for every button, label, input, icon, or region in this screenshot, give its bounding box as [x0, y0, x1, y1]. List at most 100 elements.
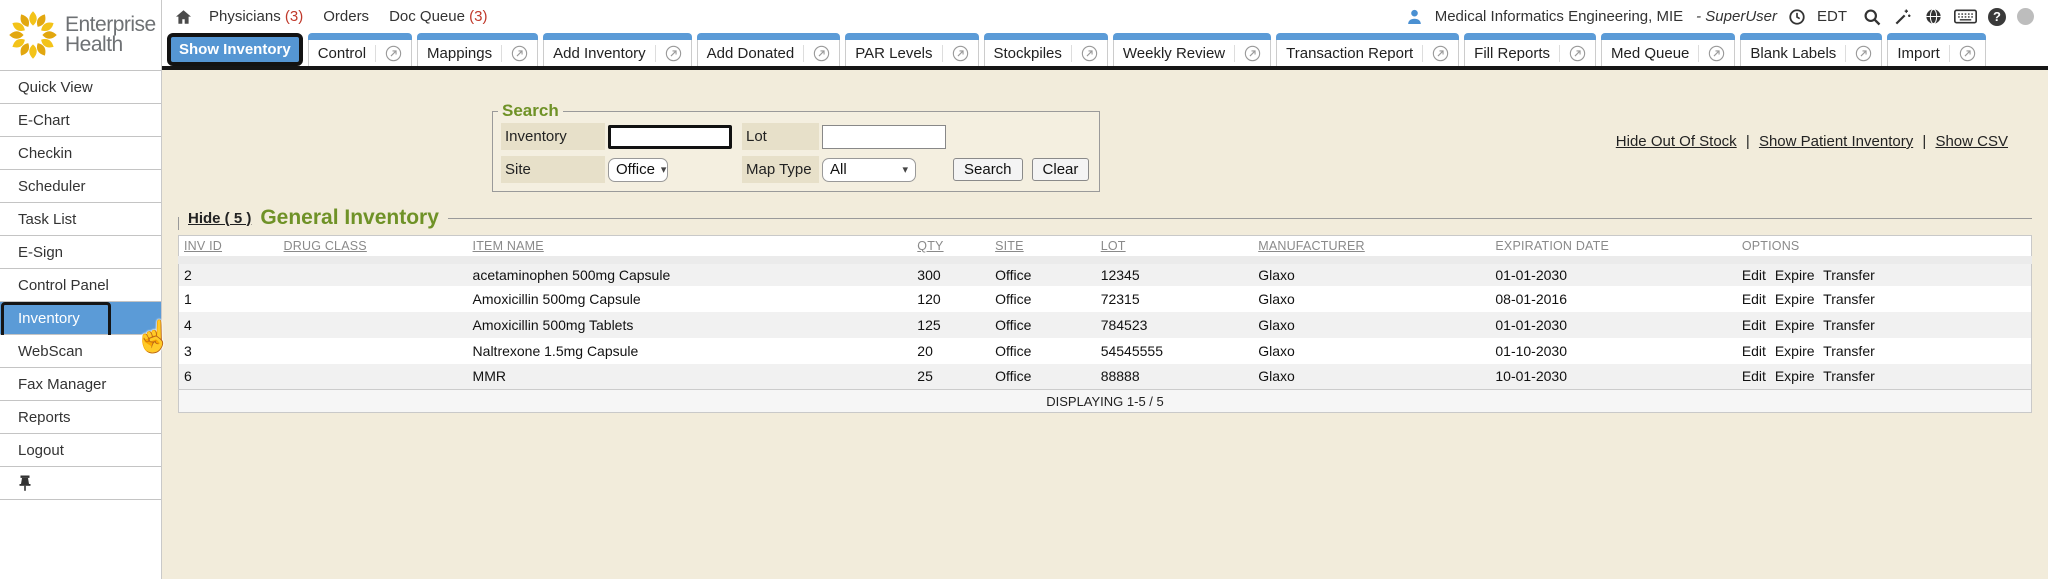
tab[interactable]: Transaction Report — [1276, 33, 1459, 66]
tab[interactable]: Show Inventory — [167, 33, 303, 66]
edit-link[interactable]: Edit — [1742, 317, 1766, 333]
tab[interactable]: Mappings — [417, 33, 538, 66]
keyboard-icon[interactable] — [1954, 8, 1977, 25]
tab-label: Control — [318, 45, 366, 62]
globe-icon[interactable] — [1924, 7, 1943, 26]
top-nav-item[interactable]: Orders — [323, 8, 369, 25]
sidebar-item[interactable]: E-Chart — [0, 104, 161, 137]
tab-label: PAR Levels — [855, 45, 932, 62]
tab[interactable]: Blank Labels — [1740, 33, 1882, 66]
home-icon[interactable] — [174, 8, 193, 26]
hide-section-link[interactable]: Hide ( 5 ) — [188, 210, 251, 227]
column-header[interactable]: INV ID — [179, 236, 279, 260]
expire-link[interactable]: Expire — [1775, 317, 1815, 333]
cell-lot: 12345 — [1096, 260, 1254, 286]
popout-icon[interactable] — [1071, 45, 1098, 62]
popout-icon[interactable] — [1559, 45, 1586, 62]
transfer-link[interactable]: Transfer — [1823, 267, 1875, 283]
clear-button[interactable]: Clear — [1032, 158, 1090, 181]
cell-site: Office — [990, 286, 1096, 312]
popout-icon[interactable] — [655, 45, 682, 62]
sidebar-item[interactable]: Task List — [0, 203, 161, 236]
sidebar-item[interactable]: Logout — [0, 434, 161, 467]
help-icon[interactable]: ? — [1988, 8, 2006, 26]
transfer-link[interactable]: Transfer — [1823, 317, 1875, 333]
sidebar-item[interactable]: Quick View — [0, 71, 161, 104]
tab[interactable]: Weekly Review — [1113, 33, 1271, 66]
cell-lot: 54545555 — [1096, 338, 1254, 364]
table-header-row: INV ID DRUG CLASS ITEM NAME QTY SITE LOT — [179, 236, 2032, 260]
sidebar-item[interactable]: Checkin — [0, 137, 161, 170]
cell-item-name: Amoxicillin 500mg Tablets — [468, 312, 913, 338]
table-footer-row: DISPLAYING 1-5 / 5 — [179, 390, 2032, 413]
sidebar-item[interactable]: Scheduler — [0, 170, 161, 203]
sidebar-item[interactable]: Control Panel — [0, 269, 161, 302]
transfer-link[interactable]: Transfer — [1823, 368, 1875, 384]
cell-expiration-date: 08-01-2016 — [1490, 286, 1736, 312]
popout-icon[interactable] — [1949, 45, 1976, 62]
sidebar-item[interactable]: WebScan — [0, 335, 161, 368]
column-header[interactable]: QTY — [912, 236, 990, 260]
expire-link[interactable]: Expire — [1775, 343, 1815, 359]
sidebar-item[interactable]: Inventory — [0, 302, 161, 335]
popout-icon[interactable] — [1422, 45, 1449, 62]
clock-icon[interactable] — [1788, 8, 1806, 26]
transfer-link[interactable]: Transfer — [1823, 291, 1875, 307]
column-header[interactable]: SITE — [990, 236, 1096, 260]
tab[interactable]: Add Donated — [697, 33, 841, 66]
column-header[interactable]: MANUFACTURER — [1253, 236, 1490, 260]
tab[interactable]: Fill Reports — [1464, 33, 1596, 66]
popout-icon[interactable] — [803, 45, 830, 62]
show-patient-inventory-link[interactable]: Show Patient Inventory — [1759, 133, 1913, 150]
tab-label: Weekly Review — [1123, 45, 1225, 62]
top-nav-count: (3) — [285, 8, 303, 25]
show-csv-link[interactable]: Show CSV — [1935, 133, 2008, 150]
hide-out-of-stock-link[interactable]: Hide Out Of Stock — [1616, 133, 1737, 150]
tab[interactable]: Control — [308, 33, 412, 66]
cell-options: Edit Expire Transfer — [1737, 338, 2032, 364]
search-icon[interactable] — [1862, 7, 1882, 27]
expire-link[interactable]: Expire — [1775, 291, 1815, 307]
edit-link[interactable]: Edit — [1742, 291, 1766, 307]
edit-link[interactable]: Edit — [1742, 368, 1766, 384]
transfer-link[interactable]: Transfer — [1823, 343, 1875, 359]
column-header[interactable]: ITEM NAME — [468, 236, 913, 260]
tab-accent-strip — [1601, 33, 1735, 40]
sidebar-item[interactable]: E-Sign — [0, 236, 161, 269]
map-type-select[interactable]: All▾ — [822, 158, 916, 182]
column-header[interactable]: DRUG CLASS — [279, 236, 468, 260]
tab[interactable]: Import — [1887, 33, 1986, 66]
top-nav-item[interactable]: Physicians (3) — [209, 8, 303, 25]
expire-link[interactable]: Expire — [1775, 267, 1815, 283]
edit-link[interactable]: Edit — [1742, 343, 1766, 359]
cell-qty: 25 — [912, 364, 990, 390]
expire-link[interactable]: Expire — [1775, 368, 1815, 384]
search-legend: Search — [498, 101, 563, 121]
cell-item-name: acetaminophen 500mg Capsule — [468, 260, 913, 286]
edit-link[interactable]: Edit — [1742, 267, 1766, 283]
popout-icon[interactable] — [1234, 45, 1261, 62]
tab-label: Show Inventory — [179, 41, 291, 58]
sidebar-item[interactable]: Fax Manager — [0, 368, 161, 401]
pin-icon[interactable] — [18, 475, 32, 491]
search-button[interactable]: Search — [953, 158, 1023, 181]
lot-number-input[interactable] — [822, 125, 946, 149]
inventory-name-input[interactable] — [608, 125, 732, 149]
popout-icon[interactable] — [375, 45, 402, 62]
tab[interactable]: Med Queue — [1601, 33, 1735, 66]
site-select[interactable]: Office▾ — [608, 158, 668, 182]
wand-icon[interactable] — [1893, 7, 1913, 27]
chevron-down-icon: ▾ — [902, 163, 908, 176]
sidebar-item[interactable]: Reports — [0, 401, 161, 434]
tab[interactable]: PAR Levels — [845, 33, 978, 66]
cell-qty: 300 — [912, 260, 990, 286]
popout-icon[interactable] — [501, 45, 528, 62]
popout-icon[interactable] — [942, 45, 969, 62]
popout-icon[interactable] — [1698, 45, 1725, 62]
column-header[interactable]: LOT — [1096, 236, 1254, 260]
tab[interactable]: Stockpiles — [984, 33, 1108, 66]
tab[interactable]: Add Inventory — [543, 33, 692, 66]
top-nav-item[interactable]: Doc Queue (3) — [389, 8, 487, 25]
popout-icon[interactable] — [1845, 45, 1872, 62]
app-logo: Enterprise Health — [0, 0, 161, 70]
